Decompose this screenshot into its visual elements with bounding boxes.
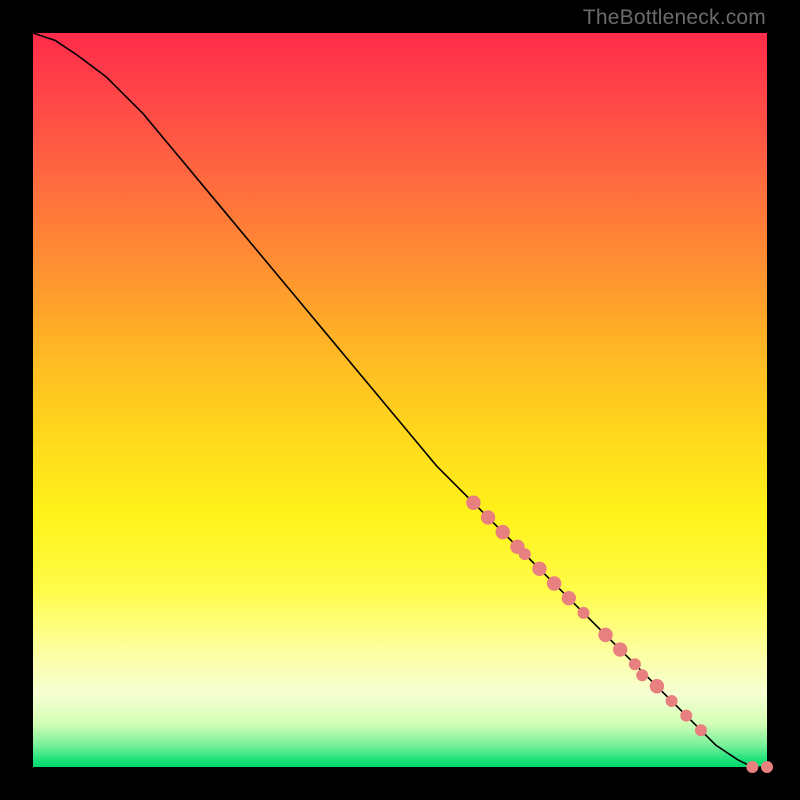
marker-point	[629, 658, 641, 670]
marker-point	[650, 679, 664, 693]
plot-area	[33, 33, 767, 767]
watermark-text: TheBottleneck.com	[583, 6, 766, 30]
marker-point	[547, 576, 561, 590]
bottleneck-curve	[33, 33, 767, 767]
marker-point	[746, 761, 758, 773]
marker-point	[613, 642, 627, 656]
marker-point	[562, 591, 576, 605]
marker-point	[695, 724, 707, 736]
marker-point	[636, 669, 648, 681]
marker-point	[519, 548, 531, 560]
marker-point	[680, 710, 692, 722]
marker-point	[666, 695, 678, 707]
marker-point	[598, 628, 612, 642]
marker-point	[532, 562, 546, 576]
marker-point	[466, 496, 480, 510]
marker-point	[761, 761, 773, 773]
marker-point	[578, 607, 590, 619]
chart-svg	[33, 33, 767, 767]
marker-point	[481, 510, 495, 524]
marker-point	[496, 525, 510, 539]
chart-stage: TheBottleneck.com	[0, 0, 800, 800]
marker-group	[466, 496, 773, 773]
